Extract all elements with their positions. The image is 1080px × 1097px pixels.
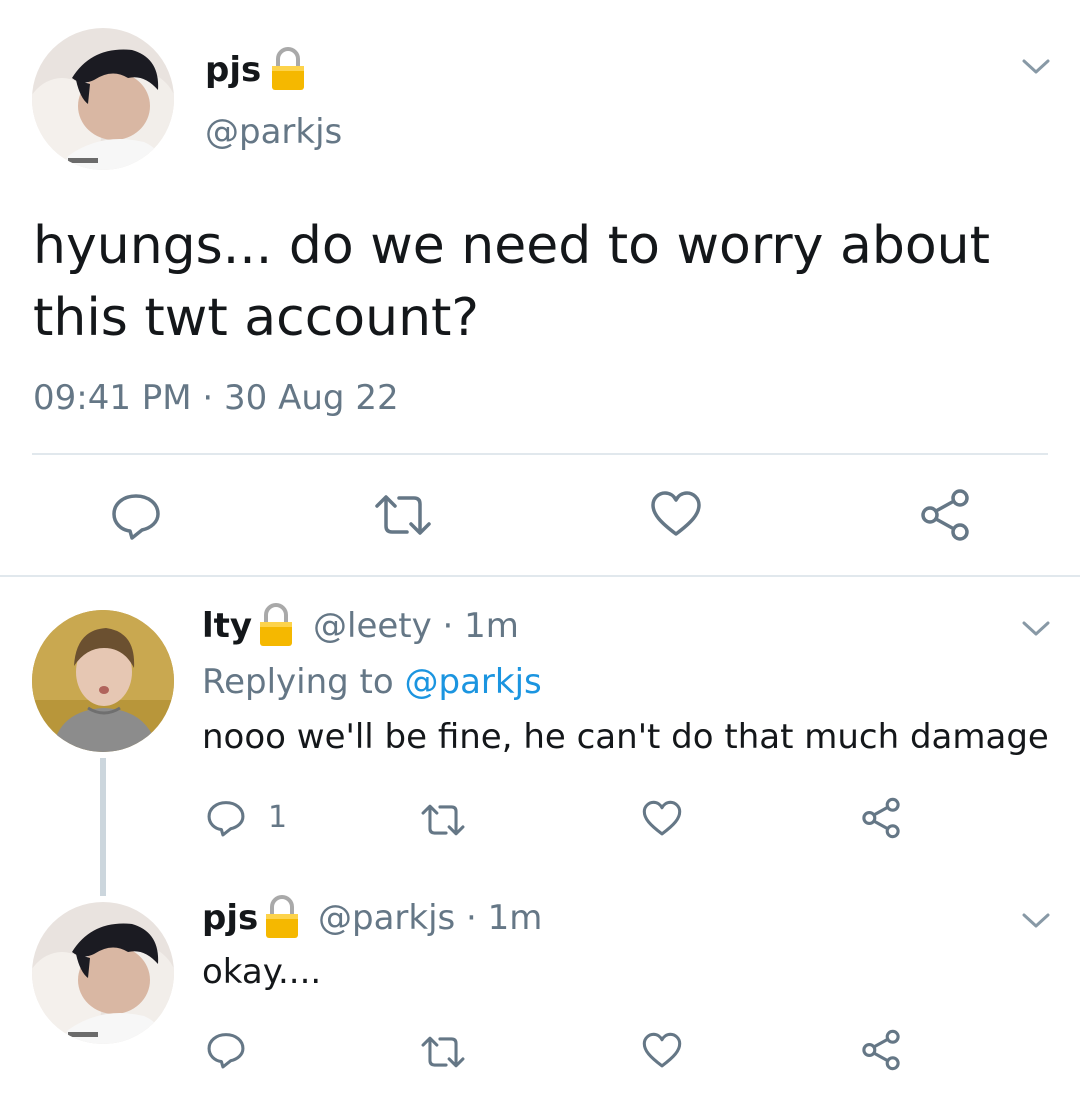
like-icon[interactable] bbox=[642, 800, 682, 837]
replying-to-link[interactable]: @parkjs bbox=[405, 662, 542, 702]
share-icon[interactable] bbox=[860, 1029, 902, 1071]
reply-icon[interactable] bbox=[206, 798, 246, 838]
lock-icon bbox=[258, 602, 294, 648]
reply-text: okay.... bbox=[202, 952, 322, 992]
tweet-text-line: this twt account? bbox=[33, 288, 480, 348]
lock-icon bbox=[264, 894, 300, 940]
replying-to: Replying to @parkjs bbox=[202, 660, 542, 704]
share-icon[interactable] bbox=[860, 797, 902, 839]
reply-icon[interactable] bbox=[110, 490, 162, 542]
thread-line bbox=[100, 758, 106, 896]
lock-icon bbox=[270, 46, 306, 92]
divider bbox=[32, 453, 1048, 455]
avatar[interactable] bbox=[32, 28, 174, 170]
like-icon[interactable] bbox=[642, 1032, 682, 1069]
reply-count: 1 bbox=[268, 800, 288, 835]
replying-to-label: Replying to bbox=[202, 662, 405, 702]
author-name[interactable]: pjs bbox=[205, 48, 261, 92]
share-icon[interactable] bbox=[918, 488, 972, 542]
chevron-down-icon[interactable] bbox=[1020, 910, 1052, 932]
avatar[interactable] bbox=[32, 902, 174, 1044]
tweet-timestamp[interactable]: 09:41 PM · 30 Aug 22 bbox=[33, 376, 399, 420]
author-handle[interactable]: @parkjs bbox=[205, 110, 342, 154]
retweet-icon[interactable] bbox=[420, 802, 466, 838]
like-icon[interactable] bbox=[650, 490, 702, 538]
author-handle-time[interactable]: @parkjs · 1m bbox=[318, 896, 542, 940]
author-name[interactable]: lty bbox=[202, 604, 252, 648]
chevron-down-icon[interactable] bbox=[1020, 618, 1052, 640]
reply-icon[interactable] bbox=[206, 1030, 246, 1070]
reply-text: nooo we'll be fine, he can't do that muc… bbox=[202, 717, 1049, 757]
author-name[interactable]: pjs bbox=[202, 896, 258, 940]
retweet-icon[interactable] bbox=[373, 492, 433, 538]
tweet-text: hyungs... do we need to worry about this… bbox=[33, 210, 990, 354]
avatar[interactable] bbox=[32, 610, 174, 752]
section-divider bbox=[0, 575, 1080, 577]
author-handle-time[interactable]: @leety · 1m bbox=[313, 604, 519, 648]
chevron-down-icon[interactable] bbox=[1020, 56, 1052, 78]
retweet-icon[interactable] bbox=[420, 1034, 466, 1070]
tweet-text-line: hyungs... do we need to worry about bbox=[33, 216, 990, 276]
